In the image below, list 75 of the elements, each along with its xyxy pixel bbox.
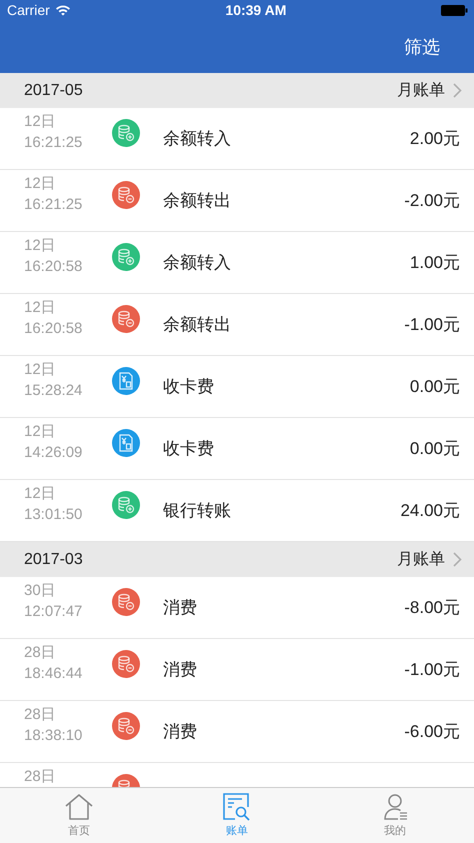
amount-text: 0.00元 — [410, 438, 460, 460]
transaction-title: 消费 — [163, 659, 198, 681]
date-text: 28日 — [24, 707, 57, 724]
transaction-title: 收卡费 — [163, 438, 215, 460]
coin-stack-minus-icon — [112, 712, 140, 740]
date-text: 12日 — [24, 176, 57, 192]
chevron-icon — [453, 552, 462, 567]
time-text: 16:20:58 — [24, 320, 84, 337]
transaction-row[interactable]: 30日 12:07:47 消费 -8.00元 — [0, 577, 474, 639]
date-text: 12日 — [24, 114, 57, 130]
amount-text: 1.00元 — [410, 252, 460, 274]
transaction-title: 收卡费 — [163, 376, 215, 398]
month-label: 2017-05 — [24, 82, 83, 100]
time-text: 12:07:47 — [24, 604, 84, 620]
time-text: 16:21:25 — [24, 134, 84, 151]
coin-stack-minus-icon — [112, 305, 140, 333]
transaction-row[interactable]: 12日 16:21:25 余额转出 -2.00元 — [0, 170, 474, 232]
section-header[interactable]: 2017-03 月账单 — [0, 542, 474, 577]
date-text: 28日 — [24, 645, 57, 662]
coin-stack-minus-icon — [112, 181, 140, 209]
date-text: 28日 — [24, 769, 57, 786]
monthly-bill-link: 月账单 — [397, 81, 445, 101]
date-text: 12日 — [24, 300, 57, 316]
amount-text: -2.00元 — [404, 190, 460, 212]
transaction-title: 余额转入 — [163, 128, 232, 150]
amount-text: 0.00元 — [410, 376, 460, 398]
status-time: 10:39 AM — [225, 2, 286, 18]
carrier-name: Carrier — [7, 2, 50, 18]
amount-text: 24.00元 — [400, 500, 460, 522]
monthly-bill-link: 月账单 — [397, 550, 445, 570]
amount-text: -6.00元 — [404, 721, 460, 743]
transaction-title: 消费 — [163, 597, 198, 619]
transaction-title: 银行转账 — [163, 500, 232, 522]
month-label: 2017-03 — [24, 550, 83, 568]
home-icon — [64, 793, 94, 821]
coin-stack-plus-icon — [112, 119, 140, 147]
coin-stack-minus-icon — [112, 650, 140, 678]
transaction-title: 消费 — [163, 721, 198, 743]
amount-text: 2.00元 — [410, 128, 460, 150]
time-text: 14:26:09 — [24, 444, 84, 461]
bill-search-icon — [222, 793, 252, 821]
amount-text: -1.00元 — [404, 314, 460, 336]
filter-button[interactable]: 筛选 — [404, 32, 440, 60]
transaction-row[interactable]: 28日 18:38:10 消费 -6.00元 — [0, 701, 474, 763]
date-text: 12日 — [24, 424, 57, 440]
transaction-row[interactable]: 12日 15:28:24 收卡费 0.00元 — [0, 356, 474, 418]
transaction-title: 余额转出 — [163, 314, 232, 336]
transaction-row[interactable]: 28日 18:46:44 消费 -1.00元 — [0, 639, 474, 701]
time-text: 18:38:10 — [24, 728, 84, 744]
date-text: 12日 — [24, 238, 57, 254]
coin-stack-plus-icon — [112, 243, 140, 271]
time-text: 16:21:25 — [24, 196, 84, 213]
section-header[interactable]: 2017-05 月账单 — [0, 73, 474, 108]
transaction-row[interactable]: 12日 16:21:25 余额转入 2.00元 — [0, 108, 474, 170]
time-text: 15:28:24 — [24, 382, 84, 399]
transaction-title: 余额转出 — [163, 190, 232, 212]
transaction-row[interactable]: 12日 16:20:58 余额转入 1.00元 — [0, 232, 474, 294]
date-text: 12日 — [24, 362, 57, 378]
battery-icon — [440, 4, 468, 16]
coin-stack-plus-icon — [112, 491, 140, 519]
transaction-title: 余额转入 — [163, 252, 232, 274]
time-text: 18:46:44 — [24, 666, 84, 682]
time-text: 13:01:50 — [24, 506, 84, 523]
transaction-row[interactable]: 12日 14:26:09 收卡费 0.00元 — [0, 418, 474, 480]
transaction-row[interactable]: 12日 16:20:58 余额转出 -1.00元 — [0, 294, 474, 356]
chevron-icon — [453, 83, 462, 98]
coin-stack-minus-icon — [112, 588, 140, 616]
card-fee-icon — [112, 429, 140, 457]
date-text: 12日 — [24, 486, 57, 502]
card-fee-icon — [112, 367, 140, 395]
time-text: 16:20:58 — [24, 258, 84, 275]
date-text: 30日 — [24, 583, 57, 600]
wifi-icon — [54, 4, 71, 16]
amount-text: -1.00元 — [404, 659, 460, 681]
amount-text: -8.00元 — [404, 597, 460, 619]
